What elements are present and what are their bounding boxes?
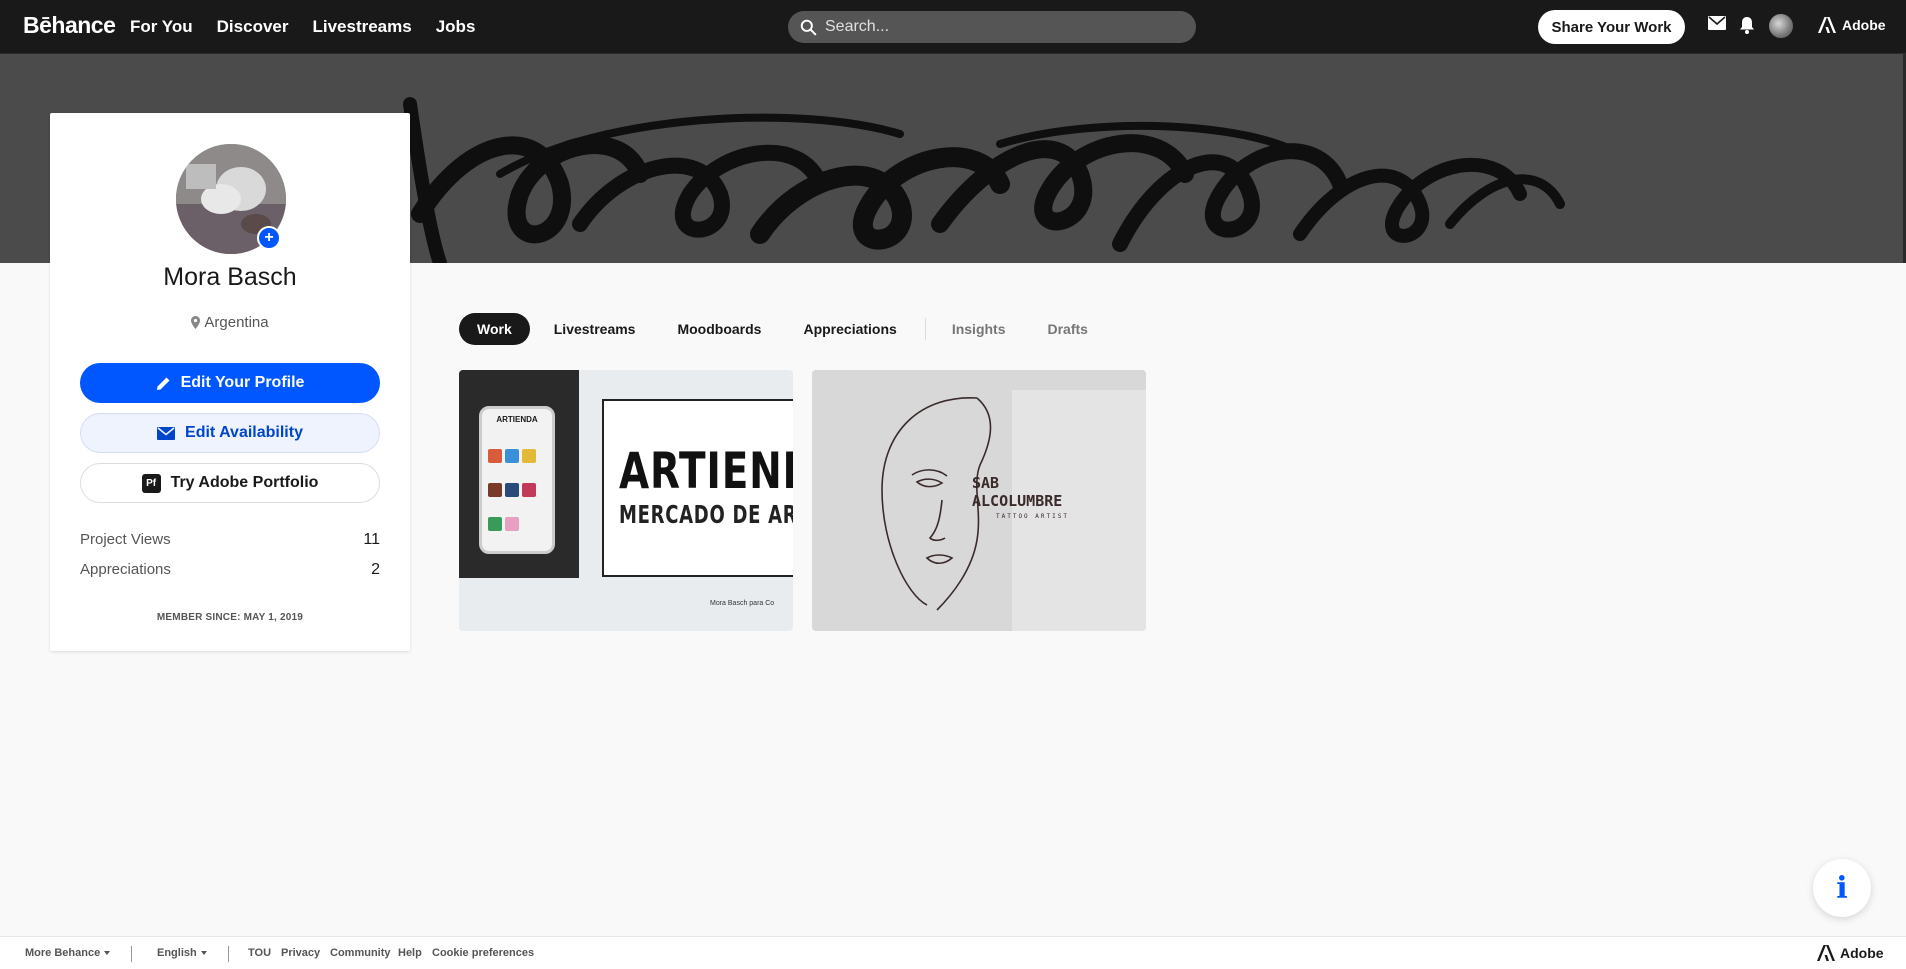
profile-tabs: Work Livestreams Moodboards Appreciation… [459,313,1112,345]
main-nav: For You Discover Livestreams Jobs [130,0,475,54]
sab-title-line2: ALCOLUMBRE [972,492,1062,510]
footer-link-community[interactable]: Community [330,947,391,959]
chevron-down-icon [200,951,207,955]
sab-title-line1: SAB [972,474,999,492]
adobe-label: Adobe [1842,17,1886,33]
stat-label: Appreciations [80,561,171,578]
adobe-logo-icon [1817,945,1835,961]
more-behance-label: More Behance [25,947,101,959]
nav-link-livestreams[interactable]: Livestreams [312,17,411,37]
adobe-footer-label: Adobe [1840,945,1884,961]
tab-divider [924,318,926,340]
user-avatar[interactable] [1769,14,1793,38]
bell-icon[interactable] [1739,16,1755,34]
share-your-work-button[interactable]: Share Your Work [1538,10,1685,44]
project-card-artienda[interactable]: ARTIENDA ARTIENDA MERCADO DE ART Mora Ba… [459,370,793,631]
language-label: English [157,947,197,959]
behance-logo[interactable]: Bēhance [23,12,116,39]
top-nav: Bēhance For You Discover Livestreams Job… [0,0,1906,54]
edit-profile-label: Edit Your Profile [180,374,305,391]
add-avatar-button[interactable]: + [257,226,281,250]
stat-value: 2 [371,561,380,578]
sab-subtitle: TATTOO ARTIST [996,513,1069,520]
profile-location: Argentina [50,314,410,331]
edit-availability-label: Edit Availability [185,424,303,441]
adobe-logo-icon [1818,17,1836,33]
face-line-drawing: SAB ALCOLUMBRE TATTOO ARTIST [881,390,1146,631]
search-bar[interactable] [788,11,1196,43]
app-thumbnail [505,517,519,531]
footer-link-help[interactable]: Help [398,947,422,959]
edit-profile-button[interactable]: Edit Your Profile [80,363,380,403]
footer-divider [228,946,229,962]
adobe-footer-logo[interactable]: Adobe [1817,945,1884,961]
app-thumbnail [522,449,536,463]
project-card-sab-alcolumbre[interactable]: SAB ALCOLUMBRE TATTOO ARTIST [812,370,1146,631]
app-thumbnail [522,483,536,497]
app-thumbnail [488,449,502,463]
phone-app-title: ARTIENDA [496,415,538,424]
member-since: MEMBER SINCE: MAY 1, 2019 [156,612,304,623]
footer-divider [131,946,132,962]
footer-link-tou[interactable]: TOU [248,947,271,959]
stat-appreciations: Appreciations 2 [80,561,380,579]
artienda-credit: Mora Basch para Co [710,600,775,607]
footer-link-cookie-preferences[interactable]: Cookie preferences [432,947,534,959]
app-thumbnail [488,483,502,497]
phone-mockup: ARTIENDA [479,406,555,554]
search-icon [800,19,817,35]
tab-moodboards[interactable]: Moodboards [659,313,779,345]
profile-card: + Mora Basch Argentina Edit Your Profile… [50,113,410,651]
tab-insights[interactable]: Insights [934,313,1024,345]
tab-appreciations[interactable]: Appreciations [785,313,914,345]
chevron-down-icon [104,951,111,955]
tab-work[interactable]: Work [459,313,530,345]
profile-name: Mora Basch [163,263,297,291]
location-text: Argentina [204,314,269,331]
stat-value: 11 [363,531,380,548]
artienda-subtitle: MERCADO DE ART [619,500,793,529]
portfolio-label: Try Adobe Portfolio [170,474,319,491]
app-thumbnail [505,449,519,463]
tab-livestreams[interactable]: Livestreams [536,313,654,345]
search-input[interactable] [825,18,1185,36]
edit-availability-button[interactable]: Edit Availability [80,413,380,453]
location-pin-icon [191,316,201,329]
tab-drafts[interactable]: Drafts [1030,313,1106,345]
nav-link-discover[interactable]: Discover [217,17,289,37]
phone-photo: ARTIENDA [459,370,579,578]
stat-label: Project Views [80,531,171,548]
envelope-icon [157,426,176,440]
footer-link-privacy[interactable]: Privacy [281,947,320,959]
adobe-menu[interactable]: Adobe [1818,17,1886,33]
artienda-title: ARTIENDA [619,442,793,500]
app-thumbnail [488,517,502,531]
nav-link-for-you[interactable]: For You [130,17,193,37]
try-adobe-portfolio-button[interactable]: Pf Try Adobe Portfolio [80,463,380,503]
language-dropdown[interactable]: English [157,947,207,959]
pencil-icon [156,377,170,390]
stat-project-views: Project Views 11 [80,531,380,549]
portfolio-icon: Pf [141,473,161,493]
nav-link-jobs[interactable]: Jobs [436,17,476,37]
mail-icon[interactable] [1708,16,1726,30]
footer: More Behance English TOU Privacy Communi… [0,936,1906,969]
info-button[interactable]: i [1813,859,1871,917]
more-behance-dropdown[interactable]: More Behance [25,947,111,959]
app-thumbnail [505,483,519,497]
